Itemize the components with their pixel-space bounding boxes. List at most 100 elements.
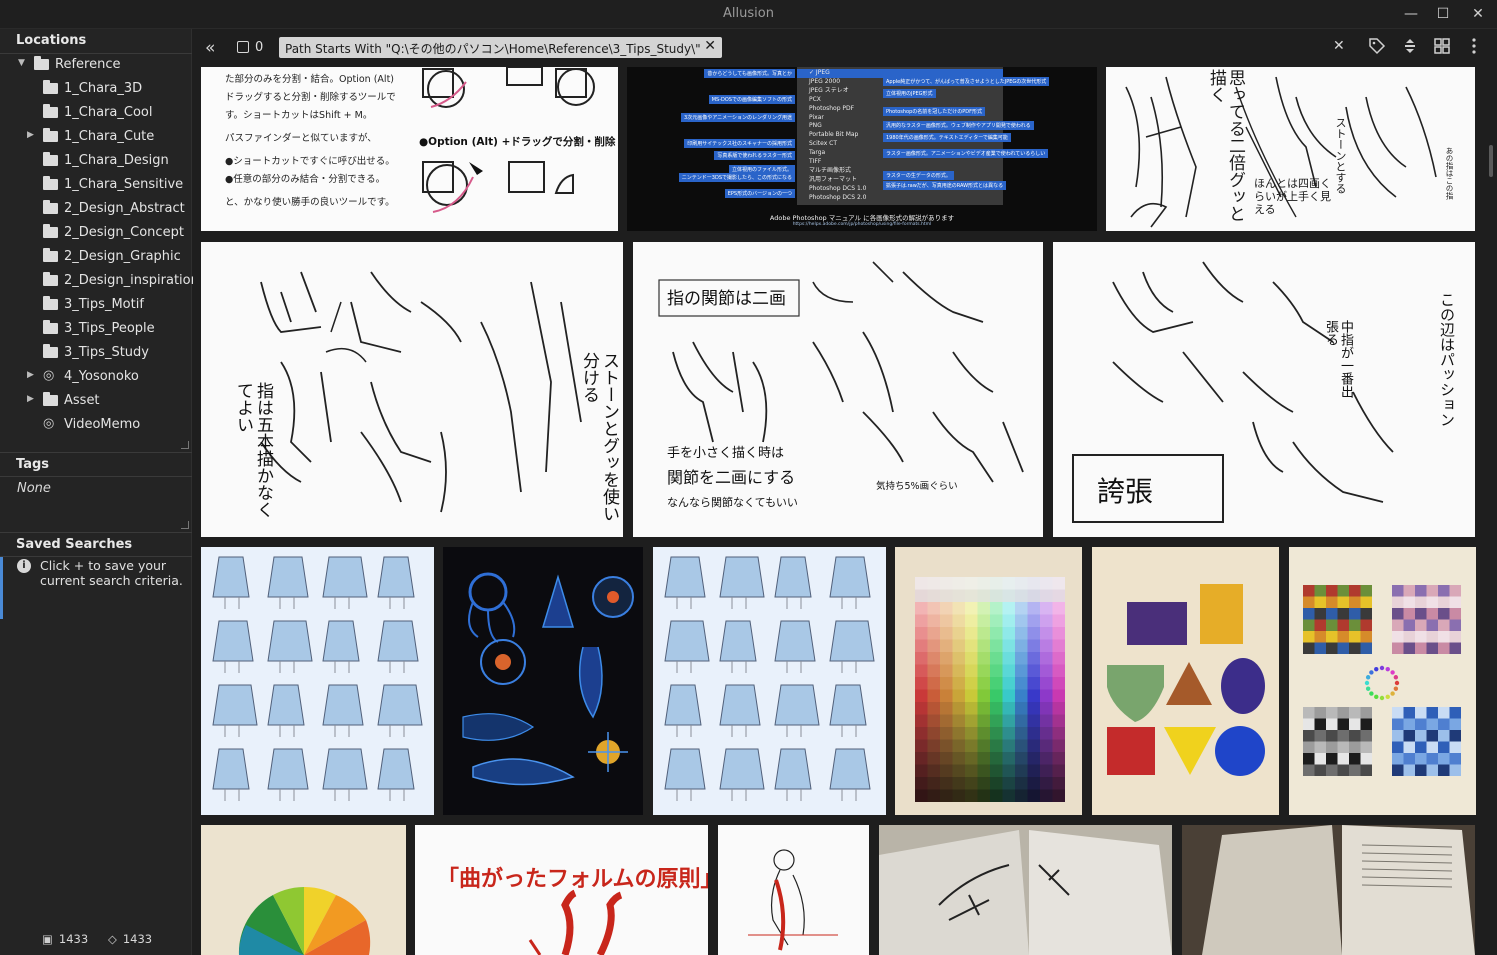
palette-swatch (1360, 718, 1372, 730)
collapse-arrow-icon[interactable]: ▶ (27, 394, 34, 404)
clear-search-icon[interactable]: ✕ (1333, 38, 1345, 54)
palette-swatch (1326, 753, 1338, 765)
sketch-note-main: 思ってる二倍グッと描く (1206, 69, 1245, 222)
tags-header[interactable]: Tags (0, 452, 192, 477)
location-asset[interactable]: ▶ Asset (0, 389, 190, 413)
thumbnail-sea-creatures[interactable] (443, 547, 643, 815)
format-menu-item: Photoshop DCS 2.0 (809, 193, 867, 201)
thumbnail-book-photo-2[interactable] (1182, 825, 1475, 955)
color-swatch (915, 639, 928, 652)
location-1-chara-design[interactable]: 1_Chara_Design (0, 149, 190, 173)
location-reference[interactable]: ▼ Reference (0, 53, 190, 77)
palette-swatch (1349, 764, 1361, 776)
thumbnail-color-palettes[interactable] (1289, 547, 1476, 815)
color-chart-graphic (915, 577, 1065, 802)
hue-ring-dot (1393, 686, 1399, 691)
expand-arrow-icon[interactable]: ▼ (18, 58, 25, 68)
palette-swatch (1438, 585, 1450, 597)
location-2-design-inspiration[interactable]: 2_Design_inspiration (0, 269, 199, 293)
color-swatch (927, 702, 940, 715)
color-swatch (940, 727, 953, 740)
thumbnail-figure-curve[interactable] (718, 825, 869, 955)
resize-grip-tags[interactable] (181, 521, 189, 529)
remove-criteria-icon[interactable]: ✕ (704, 38, 716, 54)
color-swatch (990, 664, 1003, 677)
palette-swatch (1449, 730, 1461, 742)
color-swatch (915, 589, 928, 602)
format-note-left: EPS形式のバージョンの一つ (724, 189, 795, 198)
tag-filter-icon[interactable] (1368, 37, 1386, 59)
more-options-icon[interactable] (1465, 37, 1483, 59)
thumbnail-curved-form-principle[interactable]: 「曲がったフォルムの原則」 (415, 825, 708, 955)
color-swatch (1027, 577, 1040, 590)
color-swatch (915, 652, 928, 665)
palette-swatch (1415, 718, 1427, 730)
location-1-chara-cute[interactable]: ▶ 1_Chara_Cute (0, 125, 190, 149)
color-swatch (940, 752, 953, 765)
color-swatch (977, 702, 990, 715)
color-swatch (952, 702, 965, 715)
palette-swatch (1337, 642, 1349, 654)
thumbnail-skirt-designs-1[interactable] (201, 547, 434, 815)
collapse-arrow-icon[interactable]: ▶ (27, 130, 34, 140)
thumbnail-color-wheel[interactable] (201, 825, 406, 955)
thumbnail-finger-joints[interactable]: 指の関節は二画 手を小さく描く時は 関節を二画にする なんなら関節なくてもいい … (633, 242, 1043, 537)
palette-swatch (1349, 718, 1361, 730)
folder-icon (43, 128, 58, 142)
close-button[interactable]: ✕ (1465, 4, 1491, 24)
color-swatch (965, 714, 978, 727)
palette-swatch (1349, 619, 1361, 631)
location-2-design-graphic[interactable]: 2_Design_Graphic (0, 245, 190, 269)
select-all-checkbox[interactable] (237, 41, 249, 53)
minimize-button[interactable]: — (1398, 4, 1424, 24)
location-2-design-abstract[interactable]: 2_Design_Abstract (0, 197, 190, 221)
thumbnail-hand-sketch-2[interactable]: 指は五本描かなくてよい ストーンとグッを使い分ける (201, 242, 623, 537)
palette-swatch (1314, 753, 1326, 765)
collapse-sidebar-icon[interactable]: « (205, 38, 215, 58)
color-swatch (977, 714, 990, 727)
grid-view-icon[interactable] (1433, 37, 1451, 59)
tag-icon: ◇ (108, 932, 117, 946)
format-note-right: ラスター画像形式。アニメーションやビデオ産業で使われているらしい (883, 149, 1049, 158)
color-swatch (927, 589, 940, 602)
format-note-left: 3次元画像やアニメーションのレンダリング用途 (681, 113, 795, 122)
hue-ring-dot (1385, 666, 1390, 672)
sketch-note-count: ほんとは四画くらいが上手く見える (1254, 177, 1331, 216)
sort-icon[interactable] (1401, 37, 1419, 59)
thumbnail-photoshop-formats[interactable]: ✓ JPEG JPEG 2000 JPEG ステレオ PCX Photoshop PDF… (627, 67, 1097, 231)
folder-icon (43, 344, 58, 358)
resize-grip[interactable] (181, 441, 189, 449)
palette-swatch (1415, 642, 1427, 654)
search-criteria-chip[interactable]: Path Starts With "Q:\その他のパソコン\Home\Refer… (279, 37, 722, 58)
color-swatch (940, 602, 953, 615)
location-2-design-concept[interactable]: 2_Design_Concept (0, 221, 190, 245)
thumbnail-hand-sketch-1[interactable]: 思ってる二倍グッと描く ほんとは四画くらいが上手く見える ストーンとする あの指… (1106, 67, 1475, 231)
saved-searches-header[interactable]: Saved Searches (0, 532, 192, 557)
location-4-yosonoko[interactable]: ▶ ◎ 4_Yosonoko (0, 365, 190, 389)
thumbnail-hand-exaggeration[interactable]: 誇張 中指が一番出張る この辺はパッション (1053, 242, 1475, 537)
palette-swatch (1337, 718, 1349, 730)
color-swatch (1040, 639, 1053, 652)
format-note-left: 昔からどうしても画像形式。写真とか (704, 69, 795, 78)
location-1-chara-3d[interactable]: 1_Chara_3D (0, 77, 190, 101)
folder-icon (43, 224, 58, 238)
maximize-button[interactable]: ☐ (1430, 4, 1456, 24)
locations-header[interactable]: Locations (0, 29, 192, 54)
location-1-chara-cool[interactable]: 1_Chara_Cool (0, 101, 190, 125)
thumbnail-illustrator-shape-tool[interactable]: ●Option (Alt) +ドラッグで分割・削除 た部分のみを分割・結合。Op… (201, 67, 618, 231)
thumbnail-color-shapes[interactable] (1092, 547, 1279, 815)
gallery-scrollbar[interactable] (1489, 145, 1493, 177)
color-swatch (1027, 714, 1040, 727)
palette-swatch (1303, 619, 1315, 631)
thumbnail-color-chart[interactable] (895, 547, 1082, 815)
color-swatch (1040, 689, 1053, 702)
palette-swatch (1303, 741, 1315, 753)
location-3-tips-study[interactable]: 3_Tips_Study (0, 341, 190, 365)
location-3-tips-people[interactable]: 3_Tips_People (0, 317, 190, 341)
location-1-chara-sensitive[interactable]: 1_Chara_Sensitive (0, 173, 190, 197)
collapse-arrow-icon[interactable]: ▶ (27, 370, 34, 380)
thumbnail-book-photo-1[interactable] (879, 825, 1172, 955)
location-3-tips-motif[interactable]: 3_Tips_Motif (0, 293, 190, 317)
thumbnail-skirt-designs-2[interactable] (653, 547, 886, 815)
location-videomemo[interactable]: ◎ VideoMemo (0, 413, 190, 437)
